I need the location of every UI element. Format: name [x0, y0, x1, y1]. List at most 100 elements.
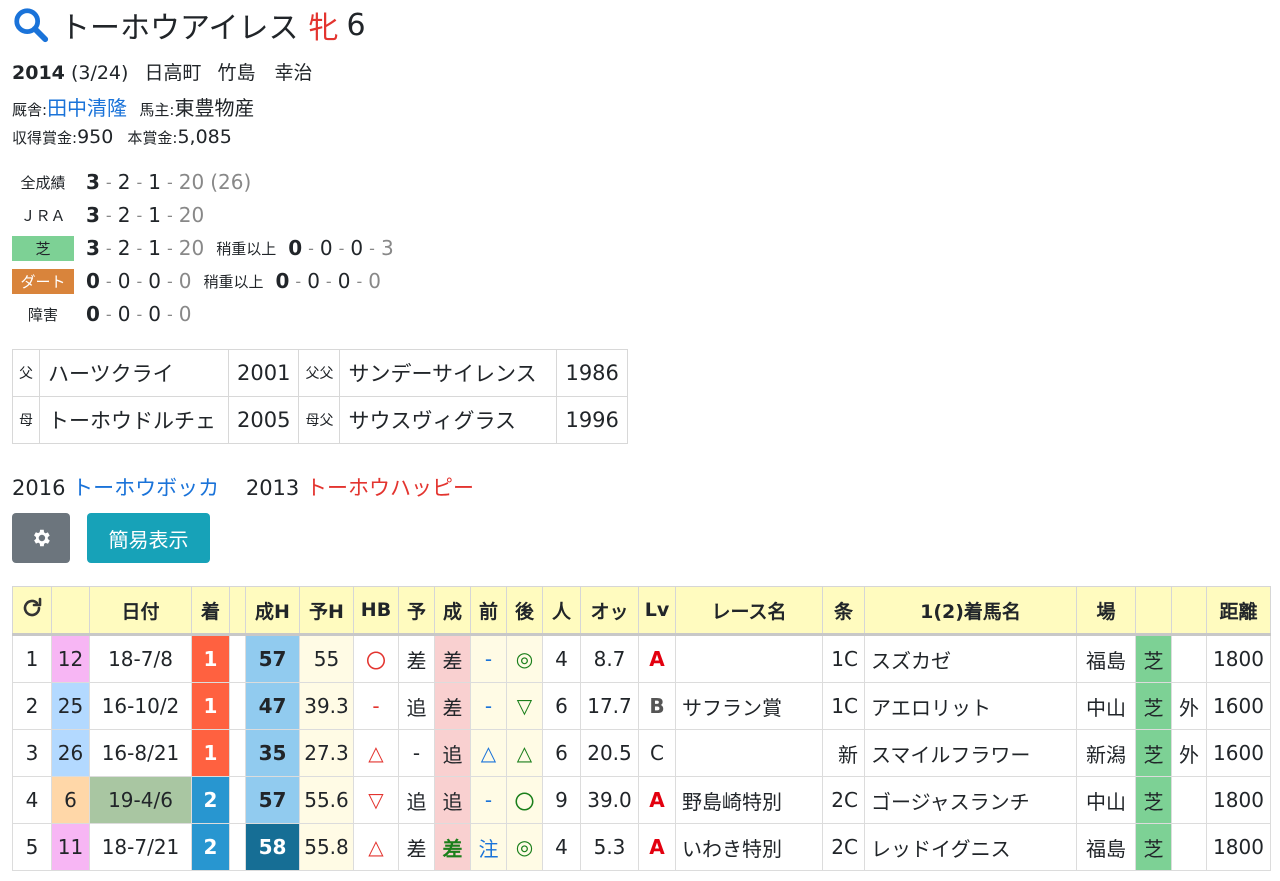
record-other: 20 — [178, 170, 205, 194]
table-row[interactable]: 3 26 16-8/21 1 35 27.3 △ - 追 △ △ 6 20.5 … — [12, 729, 1271, 777]
inner-outer — [1171, 634, 1207, 683]
record-second: 0 — [117, 269, 131, 293]
odds: 20.5 — [580, 729, 639, 777]
race-name[interactable]: 野島崎特別 — [675, 776, 823, 824]
col-header-hb[interactable]: HB — [353, 586, 399, 636]
popularity: 4 — [542, 634, 581, 683]
race-class: 2C — [822, 823, 865, 871]
col-header-popularity[interactable]: 人 — [542, 586, 581, 636]
col-header-distance[interactable]: 距離 — [1206, 586, 1271, 636]
blank-cell — [229, 729, 246, 777]
inner-outer — [1171, 823, 1207, 871]
sire-year: 2001 — [227, 349, 300, 397]
course: 福島 — [1076, 823, 1136, 871]
result-style: 追 — [434, 729, 471, 777]
race-class: 1C — [822, 682, 865, 730]
refresh-button[interactable] — [12, 586, 52, 636]
col-header-result[interactable]: 成 — [434, 586, 471, 636]
col-header-blank — [229, 586, 246, 636]
blank-cell — [229, 682, 246, 730]
col-header-inout — [1171, 586, 1207, 636]
course: 中山 — [1076, 682, 1136, 730]
back-mark: △ — [506, 729, 543, 777]
distance: 1600 — [1206, 682, 1271, 730]
main-prize-label: 本賞金: — [127, 129, 178, 147]
col-header-finish[interactable]: 着 — [191, 586, 230, 636]
record-first: 3 — [86, 236, 100, 260]
sire-sire-year: 1986 — [556, 349, 628, 397]
table-row[interactable]: 4 6 19-4/6 2 57 55.6 ▽ 追 追 - 〇 9 39.0 A … — [12, 776, 1271, 824]
col-header-odds[interactable]: オッ — [580, 586, 639, 636]
col-header-pred-h[interactable]: 予H — [299, 586, 354, 636]
record-label: ＪＲＡ — [20, 206, 66, 225]
race-name[interactable]: いわき特別 — [675, 823, 823, 871]
record-third: 0 — [148, 302, 161, 326]
record-label: 障害 — [27, 305, 58, 324]
winner-name[interactable]: スズカゼ — [864, 634, 1077, 683]
dam-sire-label: 母父 — [298, 396, 341, 444]
col-header-front[interactable]: 前 — [470, 586, 507, 636]
simple-view-button[interactable]: 簡易表示 — [87, 513, 210, 563]
sire-sire-name: サンデーサイレンス — [339, 349, 558, 397]
col-header-back[interactable]: 後 — [506, 586, 543, 636]
col-header-class[interactable]: 条 — [822, 586, 865, 636]
days-since: 11 — [51, 823, 90, 871]
horse-title: トーホウアイレス 牝 6 — [12, 4, 366, 46]
sibling-year: 2013 — [245, 476, 300, 500]
col-header-course[interactable]: 場 — [1076, 586, 1136, 636]
pedigree-row-sire: 父 ハーツクライ 2001 父父 サンデーサイレンス 1986 — [12, 349, 628, 397]
race-name[interactable] — [675, 729, 823, 777]
earned-label: 収得賞金: — [12, 129, 78, 147]
sire-name: ハーツクライ — [39, 349, 229, 397]
winner-name[interactable]: スマイルフラワー — [864, 729, 1077, 777]
table-row[interactable]: 2 25 16-10/2 1 47 39.3 - 追 差 - ▽ 6 17.7 … — [12, 682, 1271, 730]
surface: 芝 — [1135, 634, 1172, 683]
result-style: 差 — [434, 823, 471, 871]
record-third: 1 — [148, 203, 161, 227]
search-icon[interactable] — [12, 6, 50, 44]
distance: 1800 — [1206, 634, 1271, 683]
col-header-level[interactable]: Lv — [638, 586, 676, 636]
race-name[interactable] — [675, 634, 823, 683]
col-header-date[interactable]: 日付 — [89, 586, 192, 636]
race-class: 新 — [822, 729, 865, 777]
horse-sex: 牝 — [308, 11, 339, 46]
col-header-days[interactable] — [51, 586, 90, 636]
sibling-link[interactable]: トーホウハッピー — [306, 476, 474, 500]
finish-position: 1 — [191, 729, 230, 777]
record-other: 20 — [178, 236, 205, 260]
popularity: 4 — [542, 823, 581, 871]
sibling-link[interactable]: トーホウボッカ — [72, 476, 219, 500]
front-mark: - — [470, 776, 507, 824]
col-header-winner[interactable]: 1(2)着馬名 — [864, 586, 1077, 636]
table-row[interactable]: 5 11 18-7/21 2 58 55.8 △ 差 差 注 ◎ 4 5.3 A… — [12, 823, 1271, 871]
horse-age: 6 — [346, 7, 366, 43]
owner-name: 東豊物産 — [174, 96, 255, 120]
result-style: 差 — [434, 634, 471, 683]
col-header-race-name[interactable]: レース名 — [675, 586, 823, 636]
birth-place: 日高町 — [144, 62, 202, 84]
odds: 17.7 — [580, 682, 639, 730]
record-other: 0 — [178, 269, 192, 293]
trainer-link[interactable]: 田中清隆 — [47, 96, 127, 120]
table-row[interactable]: 1 12 18-7/8 1 57 55 〇 差 差 - ◎ 4 8.7 A 1C… — [12, 634, 1271, 683]
record-second: 0 — [117, 302, 131, 326]
back-mark: ◎ — [506, 823, 543, 871]
result-style: 差 — [434, 682, 471, 730]
days-since: 26 — [51, 729, 90, 777]
pedigree-row-dam: 母 トーホウドルチェ 2005 母父 サウスヴィグラス 1996 — [12, 396, 628, 444]
pedigree-table: 父 ハーツクライ 2001 父父 サンデーサイレンス 1986 母 トーホウドル… — [12, 349, 628, 444]
odds: 5.3 — [580, 823, 639, 871]
col-header-result-h[interactable]: 成H — [245, 586, 300, 636]
row-index: 4 — [12, 776, 52, 824]
record-sub-label: 稍重以上 — [216, 239, 277, 258]
settings-button[interactable] — [12, 513, 70, 563]
dam-name: トーホウドルチェ — [39, 396, 229, 444]
pred-h: 55.8 — [299, 823, 354, 871]
winner-name[interactable]: アエロリット — [864, 682, 1077, 730]
winner-name[interactable]: レッドイグニス — [864, 823, 1077, 871]
popularity: 9 — [542, 776, 581, 824]
winner-name[interactable]: ゴージャスランチ — [864, 776, 1077, 824]
col-header-pred[interactable]: 予 — [398, 586, 435, 636]
race-name[interactable]: サフラン賞 — [675, 682, 823, 730]
